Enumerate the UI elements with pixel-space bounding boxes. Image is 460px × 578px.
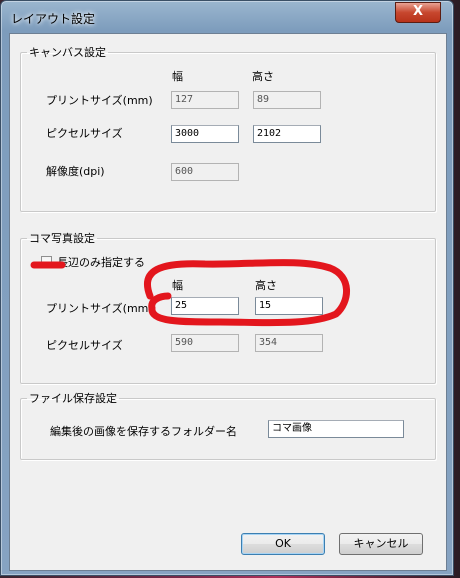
canvas-print-width-field: 127 <box>171 91 239 109</box>
canvas-height-header: 高さ <box>252 70 274 83</box>
close-button[interactable]: X <box>395 2 441 23</box>
close-icon: X <box>412 4 424 19</box>
save-folder-label: 編集後の画像を保存するフォルダー名 <box>50 425 237 438</box>
frame-photo-settings-legend: コマ写真設定 <box>29 232 95 245</box>
canvas-pixel-height-input[interactable]: 2102 <box>253 125 321 143</box>
frame-height-header: 高さ <box>255 279 277 292</box>
canvas-resolution-field: 600 <box>171 163 239 181</box>
title-bar[interactable]: レイアウト設定 X <box>1 1 453 33</box>
frame-width-header: 幅 <box>172 279 183 292</box>
window-title: レイアウト設定 <box>11 12 96 26</box>
cancel-button[interactable]: キャンセル <box>339 533 423 555</box>
canvas-width-header: 幅 <box>172 70 183 83</box>
long-side-only-checkbox[interactable] <box>41 256 52 267</box>
file-save-settings-legend: ファイル保存設定 <box>29 392 117 405</box>
frame-print-size-label: プリントサイズ(mm) <box>46 302 153 315</box>
canvas-resolution-label: 解像度(dpi) <box>46 165 105 178</box>
frame-pixel-width-field: 590 <box>171 334 239 352</box>
dialog-client-area: キャンバス設定 幅 高さ プリントサイズ(mm) 127 89 ピクセルサイズ … <box>9 33 447 571</box>
long-side-only-label[interactable]: 長辺のみ指定する <box>57 254 145 270</box>
canvas-print-height-field: 89 <box>253 91 321 109</box>
frame-pixel-size-label: ピクセルサイズ <box>46 339 123 352</box>
save-folder-input[interactable]: コマ画像 <box>268 420 404 438</box>
canvas-print-size-label: プリントサイズ(mm) <box>46 94 153 107</box>
frame-print-height-input[interactable]: 15 <box>255 297 323 315</box>
canvas-settings-legend: キャンバス設定 <box>29 46 106 59</box>
frame-pixel-height-field: 354 <box>255 334 323 352</box>
frame-print-width-input[interactable]: 25 <box>171 297 239 315</box>
canvas-pixel-size-label: ピクセルサイズ <box>46 127 123 140</box>
canvas-pixel-width-input[interactable]: 3000 <box>171 125 239 143</box>
layout-settings-dialog: レイアウト設定 X キャンバス設定 幅 高さ プリントサイズ(mm) 127 8… <box>0 0 454 576</box>
ok-button[interactable]: OK <box>241 533 325 555</box>
